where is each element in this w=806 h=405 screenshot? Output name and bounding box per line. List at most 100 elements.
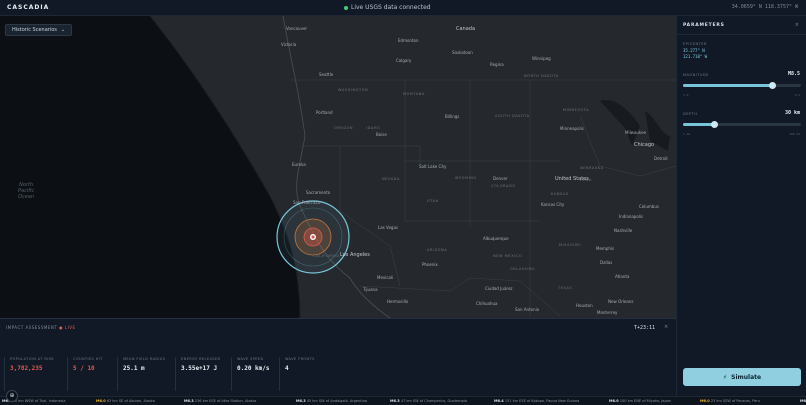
stat-value: 3,782,235 (10, 365, 43, 372)
map-label: Winnipeg (532, 56, 551, 61)
lightning-icon: ⚡ (722, 373, 728, 381)
elapsed-timer: T+23:11 (634, 325, 656, 331)
map-label: MINNESOTA (563, 108, 590, 112)
map-label: WYOMING (455, 176, 477, 180)
ticker-item[interactable]: M6.0 63 km SE of Akutan, Alaska (96, 399, 155, 403)
magnitude-max: 9.5 (794, 93, 800, 97)
impact-title-text: IMPACT ASSESSMENT (6, 325, 58, 330)
map-label: Canada (456, 26, 476, 32)
map-label: Chicago (634, 142, 655, 148)
stat-label: WAVE SPEED (237, 357, 264, 361)
connection-status-text: Live USGS data connected (351, 4, 431, 11)
depth-slider[interactable] (683, 121, 801, 128)
stat-value: 3.55e+17 J (181, 365, 218, 372)
panel-divider (677, 34, 806, 35)
ticker-item[interactable]: M6.3 236 km ESE of Atka Station, Alaska (184, 399, 256, 403)
map-label: KANSAS (551, 192, 569, 196)
ticker-location: 63 km SE of Akutan, Alaska (106, 399, 155, 403)
ocean-label-text: North Pacific Ocean (18, 182, 35, 200)
magnitude-slider-handle[interactable] (769, 82, 777, 89)
map-label: Mexicali (377, 275, 394, 280)
parameters-panel: PARAMETERS × EPICENTER 35.277° N 121.710… (676, 16, 806, 396)
map-label: Los Angeles (340, 252, 370, 258)
magnitude-slider[interactable] (683, 82, 801, 89)
map-label: Chihuahua (476, 301, 498, 306)
ticker-item[interactable]: M6.3 47 km SW of Champerico, Guatemala (390, 399, 467, 403)
map-label: Regina (490, 62, 504, 67)
stat-counties: COUNTIES HIT 5 / 10 (67, 357, 117, 391)
map-label: New Orleans (608, 299, 634, 304)
map-label: NEVADA (382, 177, 401, 181)
map-label: OKLAHOMA (510, 267, 536, 271)
depth-label: DEPTH (683, 112, 698, 116)
stat-label: ENERGY RELEASED (181, 357, 221, 361)
historic-scenarios-dropdown[interactable]: Historic Scenarios ⌄ (5, 24, 73, 36)
earthquake-ticker: M6. 230 km WSW of Tual, Indonesia M6.0 63… (0, 396, 806, 405)
connection-status: Live USGS data connected (344, 4, 431, 11)
quake-rings (276, 200, 350, 274)
map-label: CALIFORNIA (313, 254, 341, 258)
magnitude-value: M8.5 (787, 71, 800, 77)
map-label: Las Vegas (378, 225, 398, 230)
ticker-item[interactable]: M6. ... (800, 399, 806, 403)
panel-title: PARAMETERS (683, 23, 725, 28)
ticker-location: 100 km ENE of Miyako, Japan (619, 399, 672, 403)
map-label: Edmonton (398, 38, 419, 43)
map-view[interactable]: Historic Scenarios ⌄ North Pacific Ocean… (0, 16, 676, 318)
stat-label: WAVE FRONTS (285, 357, 315, 361)
map-label: UTAH (427, 199, 439, 203)
stat-wave-fronts: WAVE FRONTS 4 (279, 357, 329, 391)
ticker-magnitude: M6.0 (609, 399, 619, 403)
depth-slider-handle[interactable] (711, 121, 719, 128)
ticker-location: 236 km ESE of Atka Station, Alaska (194, 399, 257, 403)
ticker-item[interactable]: M6.0 23 km SSW of Paracas, Peru (700, 399, 760, 403)
stat-wave-speed: WAVE SPEED 0.20 km/s (231, 357, 279, 391)
compass-icon[interactable]: ⊕ (6, 390, 18, 402)
ticker-item[interactable]: M6.4 151 km ESE of Kokopo, Papua New Gui… (494, 399, 579, 403)
map-label: Milwaukee (625, 130, 647, 135)
map-label: Calgary (396, 58, 412, 63)
impact-close-button[interactable]: × (664, 324, 668, 330)
map-label: Sacramento (306, 190, 331, 195)
ticker-magnitude: M6.3 (296, 399, 306, 403)
depth-value: 30 km (784, 110, 800, 116)
map-label: IDAHO (366, 126, 381, 130)
map-label: San Francisco (293, 200, 321, 205)
ticker-magnitude: M6.4 (494, 399, 504, 403)
stat-value: 5 / 10 (73, 365, 95, 372)
map-label: MONTANA (403, 92, 425, 96)
map-label: Monterrey (597, 310, 618, 315)
map-label: NEBRASKA (580, 166, 604, 170)
map-label: MISSOURI (559, 243, 582, 247)
map-label: Seattle (319, 72, 334, 77)
map-label: Ciudad Juárez (485, 286, 513, 291)
map-label: Saskatoon (452, 50, 473, 55)
top-bar: CASCADIA Live USGS data connected 34.065… (0, 0, 806, 16)
map-label: Eureka (292, 162, 306, 167)
ticker-item[interactable]: M6.3 45 km SW of Andalgalá, Argentina (296, 399, 367, 403)
ticker-item[interactable]: M6.0 100 km ENE of Miyako, Japan (609, 399, 671, 403)
stat-value: 4 (285, 365, 289, 372)
ocean-label: North Pacific Ocean (18, 182, 34, 200)
ticker-location: 45 km SW of Andalgalá, Argentina (306, 399, 367, 403)
ticker-location: 151 km ESE of Kokopo, Papua New Guinea (504, 399, 580, 403)
stat-field-radius: MEAN FIELD RADIUS 25.1 m (117, 357, 175, 391)
epicenter-lat: 35.277° N (683, 48, 705, 53)
ticker-magnitude: M6.0 (700, 399, 710, 403)
map-label: Victoria (281, 42, 297, 47)
map-label: Indianapolis (619, 214, 644, 219)
map-label: United States (555, 176, 589, 182)
chevron-down-icon: ⌄ (60, 27, 66, 33)
panel-close-button[interactable]: × (795, 22, 799, 28)
map-label: OREGON (334, 126, 354, 130)
map-label: Minneapolis (560, 126, 584, 131)
impact-title: IMPACT ASSESSMENT ● LIVE (6, 325, 76, 330)
magnitude-label: MAGNITUDE (683, 73, 709, 77)
ticker-magnitude: M6. (800, 399, 806, 403)
simulate-button[interactable]: ⚡ Simulate (683, 368, 801, 386)
depth-max: 100 km (789, 132, 800, 136)
impact-assessment-panel: IMPACT ASSESSMENT ● LIVE T+23:11 × POPUL… (0, 318, 676, 396)
cursor-coordinates: 34.0659° N 118.3757° W (731, 4, 798, 10)
stat-label: POPULATION AT RISK (10, 357, 54, 361)
map-label: Dallas (600, 260, 613, 265)
